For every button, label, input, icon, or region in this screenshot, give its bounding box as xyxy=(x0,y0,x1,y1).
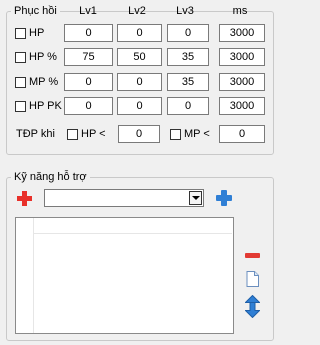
list-grid-row xyxy=(33,233,232,234)
tdp-label: TĐP khi xyxy=(16,128,55,140)
tdp-hp-checkbox[interactable] xyxy=(67,129,78,140)
hp-pk-label: HP PK xyxy=(29,100,62,112)
hp-pk-lv3-input[interactable] xyxy=(167,97,209,115)
hp-lv2-input[interactable] xyxy=(117,24,162,42)
list-grid-column xyxy=(33,218,34,333)
blue-plus-icon[interactable] xyxy=(216,190,232,206)
recovery-group-title: Phục hồi xyxy=(11,5,60,17)
hp-pk-lv1-input[interactable] xyxy=(64,97,113,115)
hp-lv1-input[interactable] xyxy=(64,24,113,42)
tdp-mp-checkbox[interactable] xyxy=(170,129,181,140)
hp-lv3-input[interactable] xyxy=(167,24,209,42)
tdp-mp-input[interactable] xyxy=(219,125,265,143)
tdp-hp-input[interactable] xyxy=(118,125,160,143)
hp-pk-checkbox[interactable] xyxy=(15,101,26,112)
hp-ms-input[interactable] xyxy=(219,24,265,42)
hp-pk-ms-input[interactable] xyxy=(219,97,265,115)
hp-pk-lv2-input[interactable] xyxy=(117,97,162,115)
hp-label: HP xyxy=(29,27,45,39)
red-minus-icon[interactable] xyxy=(245,253,260,258)
skills-group-title: Kỹ năng hỗ trợ xyxy=(11,171,90,183)
tdp-hp-label: HP < xyxy=(81,128,106,140)
new-document-icon[interactable] xyxy=(246,271,259,287)
header-lv3: Lv3 xyxy=(176,5,194,17)
hp-checkbox[interactable] xyxy=(15,28,26,39)
hp-percent-ms-input[interactable] xyxy=(219,48,265,66)
mp-percent-lv2-input[interactable] xyxy=(117,73,162,91)
mp-percent-checkbox[interactable] xyxy=(15,77,26,88)
red-plus-icon[interactable] xyxy=(17,191,32,206)
mp-percent-lv3-input[interactable] xyxy=(167,73,209,91)
blue-arrow-down-icon[interactable] xyxy=(245,302,260,318)
hp-percent-lv2-input[interactable] xyxy=(117,48,162,66)
mp-percent-label: MP % xyxy=(29,76,59,88)
hp-percent-checkbox[interactable] xyxy=(15,52,26,63)
hp-percent-label: HP % xyxy=(29,51,57,63)
hp-percent-lv3-input[interactable] xyxy=(167,48,209,66)
mp-percent-lv1-input[interactable] xyxy=(64,73,113,91)
chevron-down-icon[interactable] xyxy=(189,191,202,205)
header-lv1: Lv1 xyxy=(79,5,97,17)
mp-percent-ms-input[interactable] xyxy=(219,73,265,91)
skill-select[interactable] xyxy=(44,189,204,207)
skills-list[interactable] xyxy=(15,217,234,334)
tdp-mp-label: MP < xyxy=(184,128,210,140)
hp-percent-lv1-input[interactable] xyxy=(64,48,113,66)
header-lv2: Lv2 xyxy=(128,5,146,17)
header-ms: ms xyxy=(232,5,248,17)
